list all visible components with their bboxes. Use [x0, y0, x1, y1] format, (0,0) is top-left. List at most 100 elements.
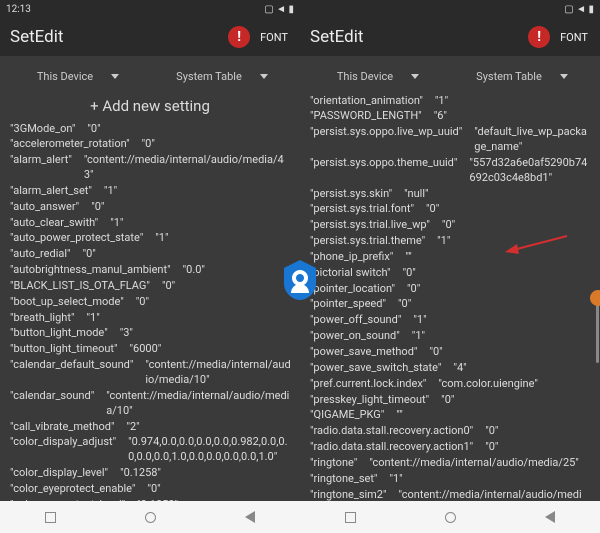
setting-value: "1": [389, 472, 592, 487]
setting-row[interactable]: "persist.sys.trial.font""0": [310, 202, 592, 218]
setting-value: "default_live_wp_package_name": [474, 125, 592, 155]
alert-icon[interactable]: !: [228, 26, 250, 48]
setting-value: "0": [403, 266, 592, 281]
setting-row[interactable]: "call_vibrate_method" "2": [10, 419, 292, 435]
setting-row[interactable]: "power_off_sound""1": [310, 313, 592, 329]
setting-value: "0": [398, 297, 592, 312]
setting-key: "3GMode_on": [10, 122, 75, 137]
setting-row[interactable]: "accelerometer_rotation""0": [10, 137, 292, 153]
setting-row[interactable]: "auto_power_protect_state""1": [10, 231, 292, 247]
setting-row[interactable]: "color_eyeprotect_level""0.1258": [10, 497, 292, 501]
setting-row[interactable]: "3GMode_on" "0": [10, 121, 292, 137]
setting-row[interactable]: "auto_clear_swith""1": [10, 215, 292, 231]
font-button[interactable]: FONT: [558, 27, 590, 48]
setting-row[interactable]: "color_display_level""0.1258": [10, 466, 292, 482]
setting-row[interactable]: "presskey_light_timeout""0": [310, 392, 592, 408]
table-selector[interactable]: System Table: [152, 70, 292, 83]
setting-row[interactable]: "pointer_location""0": [310, 281, 592, 297]
table-selector-label: System Table: [476, 70, 542, 83]
setting-row[interactable]: "alarm_alert_set" "1": [10, 183, 292, 199]
setting-value: "": [396, 408, 592, 423]
setting-row[interactable]: "persist.sys.oppo.live_wp_uuid""default_…: [310, 125, 592, 156]
setting-row[interactable]: "pref.current.lock.index""com.color.uien…: [310, 376, 592, 392]
setting-row[interactable]: "orientation_animation""1": [310, 93, 592, 109]
setting-key: "ringtone_set": [310, 472, 377, 487]
setting-row[interactable]: "QIGAME_PKG""": [310, 408, 592, 424]
scrollbar[interactable]: [596, 303, 599, 363]
status-icons: ▢ ◄ ▮: [264, 4, 294, 15]
font-button[interactable]: FONT: [258, 27, 290, 48]
setting-key: "call_vibrate_method": [10, 420, 114, 435]
settings-list-left[interactable]: "3GMode_on" "0""accelerometer_rotation""0…: [0, 121, 300, 501]
setting-key: "alarm_alert": [10, 153, 72, 168]
setting-row[interactable]: "power_on_sound""1": [310, 329, 592, 345]
setting-row[interactable]: "calendar_sound""content://media/interna…: [10, 388, 292, 419]
setting-value: "content://media/internal/audio/media/43…: [84, 153, 292, 183]
setting-value: "0": [87, 122, 292, 137]
setting-row[interactable]: "persist.sys.trial.live_wp""0": [310, 218, 592, 234]
setting-row[interactable]: "alarm_alert" "content://media/internal/a…: [10, 153, 292, 184]
setting-key: "BLACK_LIST_IS_OTA_FLAG": [10, 279, 150, 294]
setting-row[interactable]: "radio.data.stall.recovery.action1""0": [310, 440, 592, 456]
setting-row[interactable]: "calendar_default_sound""content://media…: [10, 358, 292, 389]
setting-row[interactable]: "breath_light""1": [10, 310, 292, 326]
setting-row[interactable]: "color_dispaly_adjust""0.974,0.0,0.0,0.0…: [10, 435, 292, 466]
setting-row[interactable]: "ringtone""content://media/internal/audi…: [310, 455, 592, 471]
nav-home-icon[interactable]: [445, 512, 456, 523]
device-selector-label: This Device: [337, 70, 393, 83]
settings-list-right[interactable]: "orientation_animation""1""PASSWORD_LENG…: [300, 93, 600, 501]
nav-back-icon[interactable]: [545, 511, 555, 523]
setting-key: "auto_clear_swith": [10, 216, 98, 231]
setting-row[interactable]: "power_save_switch_state""4": [310, 360, 592, 376]
setting-key: "auto_power_protect_state": [10, 231, 143, 246]
setting-value: "0": [442, 218, 592, 233]
chevron-down-icon: [411, 74, 419, 79]
status-bar: 12:13 ▢ ◄ ▮: [0, 0, 300, 18]
alert-icon[interactable]: !: [528, 26, 550, 48]
setting-row[interactable]: "persist.sys.oppo.theme_uuid""557d32a6e0…: [310, 155, 592, 186]
nav-back-icon[interactable]: [245, 511, 255, 523]
setting-value: "1": [104, 184, 292, 199]
setting-row[interactable]: "power_save_method""0": [310, 345, 592, 361]
setting-key: "alarm_alert_set": [10, 184, 92, 199]
nav-recents-icon[interactable]: [345, 512, 356, 523]
setting-row[interactable]: "button_light_timeout""6000": [10, 342, 292, 358]
setting-row[interactable]: "PASSWORD_LENGTH""6": [310, 109, 592, 125]
setting-value: "com.color.uiengine": [438, 377, 592, 392]
nav-recents-icon[interactable]: [45, 512, 56, 523]
setting-row[interactable]: "persist.sys.skin""null": [310, 186, 592, 202]
setting-row[interactable]: "ringtone_set" "1": [310, 471, 592, 487]
setting-row[interactable]: "button_light_mode""3": [10, 326, 292, 342]
setting-value: "1": [437, 234, 592, 249]
setting-row[interactable]: "pointer_speed""0": [310, 297, 592, 313]
setting-row[interactable]: "BLACK_LIST_IS_OTA_FLAG""0": [10, 278, 292, 294]
device-selector[interactable]: This Device: [8, 70, 148, 83]
setting-row[interactable]: "persist.sys.trial.theme""1": [310, 234, 592, 250]
setting-value: "0": [407, 282, 592, 297]
setting-key: "color_dispaly_adjust": [10, 435, 116, 450]
setting-key: "ringtone_sim2": [310, 488, 387, 501]
setting-row[interactable]: "autobrightness_manul_ambient" "0.0": [10, 263, 292, 279]
device-selector[interactable]: This Device: [308, 70, 448, 83]
table-selector[interactable]: System Table: [452, 70, 592, 83]
setting-value: "0": [426, 202, 592, 217]
setting-key: "autobrightness_manul_ambient": [10, 263, 171, 278]
setting-row[interactable]: "boot_up_select_mode""0": [10, 294, 292, 310]
setting-row[interactable]: "phone_ip_prefix""": [310, 249, 592, 265]
setting-value: "0.0": [183, 263, 292, 278]
setting-value: "0": [429, 345, 592, 360]
add-new-setting[interactable]: + Add new setting: [0, 93, 300, 121]
status-icons: ▢ ◄ ▮: [564, 4, 594, 15]
setting-row[interactable]: "color_eyeprotect_enable""0": [10, 481, 292, 497]
setting-key: "PASSWORD_LENGTH": [310, 109, 422, 124]
nav-home-icon[interactable]: [145, 512, 156, 523]
setting-row[interactable]: "radio.data.stall.recovery.action0""0": [310, 424, 592, 440]
setting-row[interactable]: "ringtone_sim2""content://media/internal…: [310, 487, 592, 501]
setting-value: "1": [86, 311, 292, 326]
setting-value: "3": [120, 326, 292, 341]
setting-row[interactable]: "auto_answer""0": [10, 199, 292, 215]
setting-row[interactable]: "pictorial switch""0": [310, 265, 592, 281]
setting-value: "2": [126, 420, 292, 435]
setting-key: "orientation_animation": [310, 94, 423, 109]
setting-row[interactable]: "auto_redial""0": [10, 247, 292, 263]
